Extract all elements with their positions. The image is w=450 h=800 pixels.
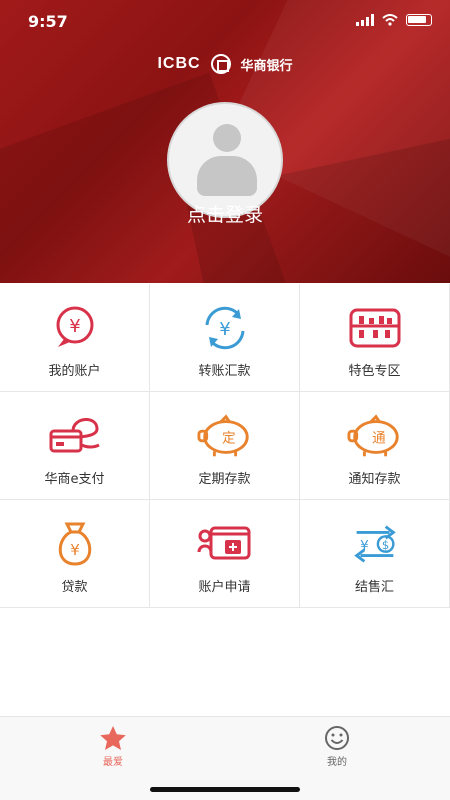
service-epay[interactable]: 华商e支付	[0, 392, 150, 500]
service-my-account[interactable]: ¥ 我的账户	[0, 284, 150, 392]
svg-text:¥: ¥	[219, 319, 230, 340]
service-label: 转账汇款	[198, 364, 251, 379]
avatar-head	[213, 124, 241, 152]
service-label: 通知存款	[348, 472, 401, 487]
service-label: 我的账户	[48, 364, 101, 379]
tab-mine[interactable]: 我的	[297, 725, 377, 768]
service-notice-deposit[interactable]: 通 通知存款	[300, 392, 450, 500]
status-bar: 9:57	[0, 0, 450, 44]
svg-text:通: 通	[372, 431, 386, 447]
home-indicator	[150, 787, 300, 792]
piggy-notice-icon: 通	[346, 412, 403, 460]
service-label: 结售汇	[354, 580, 394, 595]
service-forex[interactable]: ¥ $ 结售汇	[300, 500, 450, 608]
service-label: 账户申请	[198, 580, 251, 595]
epay-card-icon	[47, 412, 103, 460]
service-featured[interactable]: 特色专区	[300, 284, 450, 392]
service-grid: ¥ 我的账户 ¥ 转账汇款 特色专区 华商e支付 定 定期存款 通 通知存款 ¥…	[0, 284, 450, 608]
svg-text:¥: ¥	[69, 316, 80, 337]
status-time: 9:57	[28, 12, 68, 31]
signal-icon	[356, 14, 374, 26]
tab-favorites[interactable]: 最爱	[73, 725, 153, 768]
yen-bubble-icon: ¥	[47, 304, 103, 352]
svg-text:$: $	[381, 538, 388, 552]
wifi-icon	[382, 14, 398, 26]
currency-exchange-icon: ¥ $	[347, 520, 403, 568]
service-label: 华商e支付	[44, 472, 105, 487]
service-transfer[interactable]: ¥ 转账汇款	[150, 284, 300, 392]
star-icon	[100, 726, 126, 750]
svg-text:¥: ¥	[360, 538, 369, 554]
bank-brand: ICBC 华商银行	[0, 54, 450, 74]
card-add-icon	[197, 520, 253, 568]
tab-label: 我的	[327, 757, 347, 768]
smiley-icon	[325, 726, 349, 750]
abacus-icon	[347, 304, 403, 352]
login-button[interactable]: 点击登录	[0, 200, 450, 227]
service-label: 特色专区	[348, 364, 401, 379]
transfer-yen-icon: ¥	[197, 304, 253, 352]
brand-name-en: ICBC	[157, 55, 201, 72]
svg-text:定: 定	[222, 431, 236, 447]
service-fixed-deposit[interactable]: 定 定期存款	[150, 392, 300, 500]
status-icons	[356, 14, 432, 26]
service-loan[interactable]: ¥ 贷款	[0, 500, 150, 608]
piggy-fixed-icon: 定	[196, 412, 253, 460]
svg-text:¥: ¥	[70, 541, 80, 559]
service-label: 贷款	[61, 580, 88, 595]
money-bag-icon: ¥	[47, 520, 103, 568]
brand-name-cn: 华商银行	[240, 58, 293, 74]
battery-icon	[406, 14, 432, 26]
icbc-logo-icon	[210, 54, 231, 74]
avatar-body	[197, 156, 257, 196]
tab-label: 最爱	[103, 757, 123, 768]
service-label: 定期存款	[198, 472, 251, 487]
service-account-apply[interactable]: 账户申请	[150, 500, 300, 608]
